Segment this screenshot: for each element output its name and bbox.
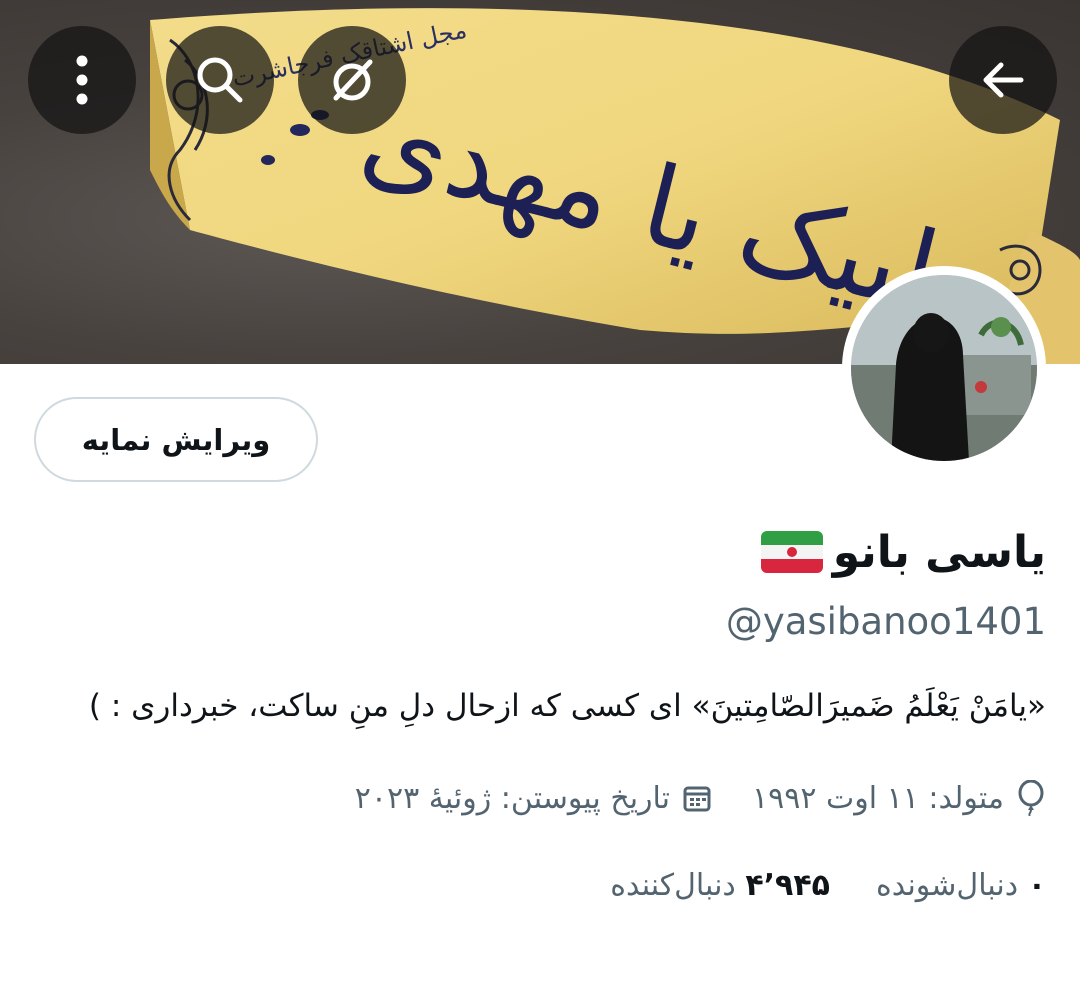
- join-date-text: تاریخ پیوستن: ژوئیهٔ ۲۰۲۳: [354, 780, 671, 816]
- followers-link[interactable]: ۴٬۹۴۵ دنبال‌کننده: [610, 868, 830, 903]
- profile-meta: متولد: ۱۱ اوت ۱۹۹۲ تاریخ پیوستن: ژوئیهٔ …: [355, 780, 1046, 816]
- following-count: ۰: [1027, 868, 1046, 903]
- more-options-button[interactable]: [28, 26, 136, 134]
- iran-flag-icon: [760, 531, 823, 573]
- following-link[interactable]: ۰ دنبال‌شونده: [876, 868, 1046, 903]
- edit-profile-button[interactable]: ویرایش نمایه: [34, 397, 318, 482]
- profile-bio: «یامَنْ یَعْلَمُ ضَمیرَالصّامِتینَ» ای ک…: [88, 688, 1046, 724]
- back-button[interactable]: [949, 26, 1057, 134]
- arrow-left-icon: [983, 62, 1024, 98]
- birth-date: متولد: ۱۱ اوت ۱۹۹۲: [752, 780, 1046, 816]
- balloon-icon: [1018, 780, 1044, 816]
- more-vertical-icon: [76, 55, 88, 105]
- birth-date-text: متولد: ۱۱ اوت ۱۹۹۲: [752, 780, 1004, 816]
- followers-count: ۴٬۹۴۵: [745, 868, 830, 903]
- username-handle: @yasibanoo1401: [725, 600, 1046, 643]
- follow-stats: ۰ دنبال‌شونده ۴٬۹۴۵ دنبال‌کننده: [610, 868, 1046, 903]
- eye-slash-icon: [333, 59, 373, 101]
- avatar-image: [851, 275, 1037, 461]
- following-label: دنبال‌شونده: [875, 868, 1019, 903]
- hide-banner-button[interactable]: [298, 26, 406, 134]
- profile-avatar[interactable]: [842, 266, 1046, 470]
- join-date: تاریخ پیوستن: ژوئیهٔ ۲۰۲۳: [355, 781, 712, 816]
- search-icon: [197, 57, 243, 103]
- calendar-icon: [683, 786, 711, 812]
- search-button[interactable]: [166, 26, 274, 134]
- avatar-photo: [851, 275, 1037, 461]
- display-name: یاسی بانو: [832, 526, 1046, 578]
- display-name-row: یاسی بانو: [760, 520, 1046, 584]
- followers-label: دنبال‌کننده: [610, 868, 736, 903]
